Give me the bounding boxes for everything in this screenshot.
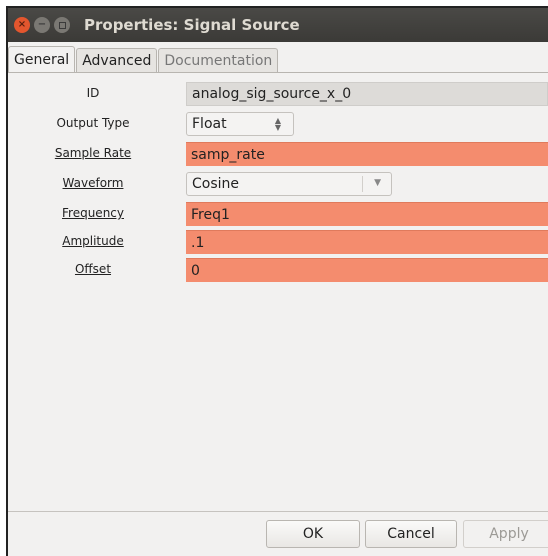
dialog-button-bar: OK Cancel Apply: [8, 511, 548, 556]
sample-rate-label: Sample Rate: [54, 146, 132, 160]
tab-bar: General Advanced Documentation: [8, 46, 548, 72]
id-field[interactable]: analog_sig_source_x_0: [186, 82, 548, 106]
param-row-frequency: Frequency Freq1: [8, 201, 548, 227]
param-row-amplitude: Amplitude .1: [8, 229, 548, 255]
param-row-offset: Offset 0: [8, 257, 548, 283]
window-title: Properties: Signal Source: [84, 16, 300, 34]
minimize-icon[interactable]: −: [34, 17, 50, 33]
output-type-label: Output Type: [56, 116, 130, 130]
amplitude-field[interactable]: .1: [186, 230, 548, 254]
maximize-icon[interactable]: [54, 17, 70, 33]
frequency-label: Frequency: [62, 206, 124, 220]
param-row-sample-rate: Sample Rate samp_rate: [8, 141, 548, 167]
cancel-button[interactable]: Cancel: [365, 520, 457, 548]
amplitude-label: Amplitude: [62, 234, 124, 248]
param-row-output-type: Output Type Float ▲ ▼: [8, 111, 548, 137]
param-row-waveform: Waveform Cosine ▼: [8, 171, 548, 197]
tab-documentation[interactable]: Documentation: [158, 48, 279, 72]
title-bar[interactable]: × − Properties: Signal Source: [8, 8, 548, 42]
offset-field[interactable]: 0: [186, 258, 548, 282]
tab-general[interactable]: General: [8, 46, 76, 72]
sample-rate-field[interactable]: samp_rate: [186, 142, 548, 166]
frequency-field[interactable]: Freq1: [186, 202, 548, 226]
waveform-label: Waveform: [62, 176, 124, 190]
id-label: ID: [86, 86, 100, 100]
general-panel: ID analog_sig_source_x_0 Output Type Flo…: [8, 72, 548, 512]
output-type-spinner[interactable]: Float ▲ ▼: [186, 112, 294, 136]
spinner-arrows-icon[interactable]: ▲ ▼: [275, 117, 281, 132]
close-icon[interactable]: ×: [14, 17, 30, 33]
properties-dialog: × − Properties: Signal Source General Ad…: [6, 6, 548, 556]
tab-advanced[interactable]: Advanced: [76, 48, 158, 72]
param-row-id: ID analog_sig_source_x_0: [8, 81, 548, 107]
output-type-value: Float: [192, 116, 227, 132]
dropdown-separator: [362, 176, 363, 192]
waveform-value: Cosine: [192, 176, 240, 192]
offset-label: Offset: [74, 262, 112, 276]
apply-button[interactable]: Apply: [463, 520, 548, 548]
waveform-dropdown[interactable]: Cosine ▼: [186, 172, 392, 196]
ok-button[interactable]: OK: [266, 520, 360, 548]
chevron-down-icon[interactable]: ▼: [374, 178, 381, 188]
